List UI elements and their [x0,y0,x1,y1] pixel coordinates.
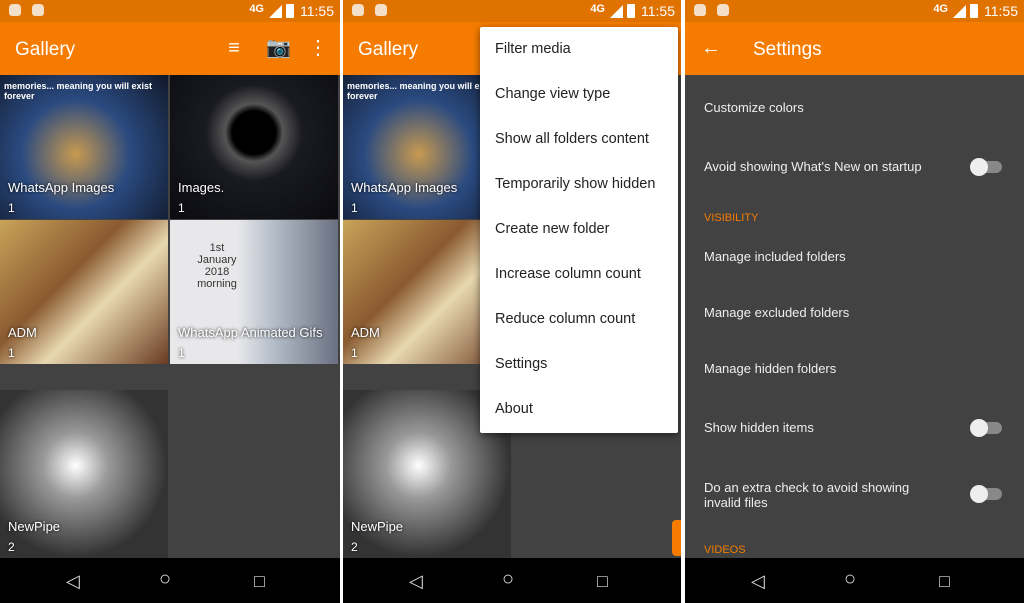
folder-name: NewPipe [8,519,61,534]
folder-name: NewPipe [351,519,404,534]
menu-item-create-new-folder[interactable]: Create new folder [480,207,678,252]
folder-tile[interactable]: ADM 1 [0,220,168,364]
status-bar: 4G 11:55 [343,0,681,22]
folder-tile[interactable]: NewPipe 2 [0,390,168,558]
folder-count: 1 [351,201,358,215]
recents-icon[interactable]: □ [939,571,950,592]
network-type: 4G [590,3,605,15]
battery-icon [970,4,978,18]
menu-item-change-view-type[interactable]: Change view type [480,72,678,117]
notification-icon [375,4,387,16]
toggle-switch[interactable] [970,158,1002,176]
folder-count: 1 [8,201,15,215]
home-icon[interactable]: ○ [502,568,514,591]
menu-item-filter-media[interactable]: Filter media [480,27,678,72]
setting-label: Avoid showing What's New on startup [704,159,922,174]
folder-name: ADM [351,325,380,340]
signal-icon [953,5,966,18]
menu-item-reduce-column-count[interactable]: Reduce column count [480,297,678,342]
app-title: Gallery [15,39,76,60]
folder-count: 1 [178,346,185,360]
recents-icon[interactable]: □ [254,571,265,592]
menu-item-about[interactable]: About [480,387,678,432]
folder-count: 2 [351,540,358,554]
setting-show-hidden-items[interactable]: Show hidden items [704,419,1024,437]
section-header: VIDEOS [704,544,746,556]
setting-manage-hidden-folders[interactable]: Manage hidden folders [704,361,1024,376]
scroll-handle[interactable] [672,520,681,556]
setting-extra-check-invalid-files[interactable]: Do an extra check to avoid showing inval… [704,480,1024,510]
setting-label: Manage included folders [704,249,846,264]
signal-icon [610,5,623,18]
section-header: VISIBILITY [704,212,759,224]
notification-icon [694,4,706,16]
folder-name: WhatsApp Animated Gifs [178,325,323,340]
status-bar: 4G 11:55 [685,0,1024,22]
settings-screen: 4G 11:55 ← Settings Customize colors Avo… [685,0,1024,603]
menu-item-increase-column-count[interactable]: Increase column count [480,252,678,297]
setting-manage-excluded-folders[interactable]: Manage excluded folders [704,305,1024,320]
back-icon[interactable]: ◁ [66,571,80,592]
thumbnail-caption: memories... meaning you will exist forev… [4,81,153,101]
folder-name: WhatsApp Images [351,180,458,195]
setting-label: Show hidden items [704,420,814,435]
clock: 11:55 [641,3,675,19]
notification-icon [32,4,44,16]
setting-label: Manage excluded folders [704,305,850,320]
setting-label: Customize colors [704,100,804,115]
navigation-bar: ◁ ○ □ [685,558,1024,603]
folder-name: Images. [178,180,225,195]
folder-tile[interactable]: memories... meaning you will exist forev… [0,75,168,219]
toggle-switch[interactable] [970,419,1002,437]
more-vert-icon[interactable]: ⋮ [306,36,330,60]
folder-name: WhatsApp Images [8,180,115,195]
battery-icon [627,4,635,18]
camera-icon[interactable]: 📷 [266,36,291,60]
notification-icon [352,4,364,16]
back-icon[interactable]: ◁ [409,571,423,592]
network-type: 4G [249,3,264,15]
folder-count: 1 [178,201,185,215]
thumbnail-caption: 1st January 2018 morning [197,242,237,290]
menu-item-show-all-folders-content[interactable]: Show all folders content [480,117,678,162]
back-icon[interactable]: ◁ [751,571,765,592]
clock: 11:55 [984,3,1018,19]
setting-label: Do an extra check to avoid showing inval… [704,480,910,510]
setting-customize-colors[interactable]: Customize colors [704,100,1024,115]
sort-icon[interactable]: ≡ [222,36,246,60]
signal-icon [269,5,282,18]
folder-count: 2 [8,540,15,554]
overflow-menu: Filter media Change view type Show all f… [480,27,678,433]
folder-tile[interactable]: Images. 1 [170,75,338,219]
toolbar: ← Settings [685,22,1024,75]
notification-icon [717,4,729,16]
folder-tile[interactable]: 1st January 2018 morning WhatsApp Animat… [170,220,338,364]
network-type: 4G [933,3,948,15]
setting-manage-included-folders[interactable]: Manage included folders [704,249,1024,264]
folder-count: 1 [8,346,15,360]
navigation-bar: ◁ ○ □ [343,558,681,603]
app-title: Gallery [358,39,419,60]
page-title: Settings [753,39,822,60]
clock: 11:55 [300,3,334,19]
back-arrow-icon[interactable]: ← [699,36,723,60]
toolbar: Gallery ≡ 📷 ⋮ [0,22,340,75]
setting-avoid-whats-new[interactable]: Avoid showing What's New on startup [704,158,1024,176]
status-bar: 4G 11:55 [0,0,340,22]
menu-item-settings[interactable]: Settings [480,342,678,387]
recents-icon[interactable]: □ [597,571,608,592]
folder-count: 1 [351,346,358,360]
battery-icon [286,4,294,18]
menu-item-temporarily-show-hidden[interactable]: Temporarily show hidden [480,162,678,207]
navigation-bar: ◁ ○ □ [0,558,340,603]
folder-name: ADM [8,325,37,340]
setting-label: Manage hidden folders [704,361,837,376]
gallery-screen: 4G 11:55 Gallery ≡ 📷 ⋮ memories... meani… [0,0,340,603]
toggle-switch[interactable] [970,485,1002,503]
home-icon[interactable]: ○ [159,568,171,591]
notification-icon [9,4,21,16]
home-icon[interactable]: ○ [844,568,856,591]
gallery-menu-screen: 4G 11:55 Gallery memories... meaning you… [343,0,681,603]
